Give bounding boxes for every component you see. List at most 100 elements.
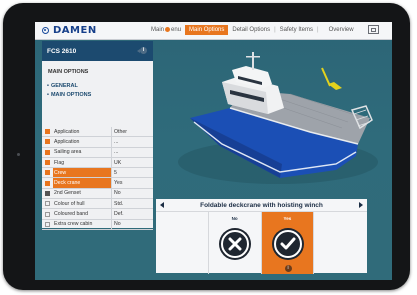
deck-crane <box>328 82 342 90</box>
checkbox-icon[interactable] <box>45 211 50 217</box>
option-choice-label: Yes <box>283 216 292 221</box>
checkbox-icon[interactable] <box>45 190 50 196</box>
fullscreen-icon <box>371 27 376 32</box>
option-value: No <box>111 188 153 199</box>
option-row[interactable]: Application... <box>42 137 153 148</box>
option-value: Other <box>111 127 153 137</box>
option-info-icon[interactable]: i <box>284 265 292 272</box>
info-icon[interactable]: i <box>140 47 147 54</box>
option-choice-label: No <box>231 216 238 221</box>
option-selector-panel: Foldable deckcrane with hoisting winch N… <box>156 199 367 274</box>
option-value: 5 <box>111 168 153 178</box>
option-label: Application <box>54 128 80 135</box>
option-value: Def. <box>111 209 153 219</box>
option-row[interactable]: 2nd Genset No <box>42 188 153 200</box>
option-row[interactable]: Coloured band Def. <box>42 209 153 220</box>
checkbox-cell <box>42 168 53 177</box>
previous-arrow-icon[interactable] <box>160 202 164 208</box>
yes-circle <box>271 228 304 260</box>
checkbox-cell <box>42 127 53 136</box>
option-label: Colour of hull <box>54 200 85 207</box>
crane-arm <box>321 67 331 87</box>
cross-icon <box>228 237 242 251</box>
checkbox-cell <box>42 137 53 146</box>
link-main-options-label: MAIN OPTIONS <box>50 92 92 98</box>
checkbox-icon[interactable] <box>45 170 50 176</box>
option-choice-no[interactable]: No <box>209 212 262 274</box>
checkbox-icon[interactable] <box>45 149 50 155</box>
option-value: ... <box>111 137 153 147</box>
checkbox-icon[interactable] <box>45 139 50 145</box>
option-row[interactable]: Sailing area... <box>42 147 153 158</box>
app-screen: DAMEN Main enu Main Options Detail Option… <box>35 22 392 280</box>
option-choice-yes[interactable]: Yes i <box>261 212 315 274</box>
link-main-options[interactable]: • MAIN OPTIONS <box>42 91 153 100</box>
option-label: Crew <box>53 168 111 178</box>
option-value: No <box>111 219 153 229</box>
checkbox-cell <box>42 199 53 208</box>
checkbox-cell <box>42 148 53 157</box>
nav-separator: | <box>317 27 319 34</box>
checkbox-icon[interactable] <box>45 180 50 186</box>
logo-text: DAMEN <box>53 25 97 36</box>
nav-main-menu-label: Main <box>151 27 165 34</box>
options-sidepanel: FCS 2610 i MAIN OPTIONS • GENERAL • MAIN O… <box>42 41 153 230</box>
checkbox-icon[interactable] <box>45 201 50 207</box>
option-row[interactable]: Application Other <box>42 127 153 138</box>
options-table: Application Other Application... Sailing … <box>42 127 153 230</box>
option-selector-header: Foldable deckcrane with hoisting winch <box>156 199 367 212</box>
logo[interactable]: DAMEN <box>42 25 97 36</box>
nav-main-options[interactable]: Main Options <box>185 25 229 36</box>
vessel-header: FCS 2610 i <box>42 41 153 61</box>
checkbox-cell <box>42 189 53 198</box>
tablet-frame: DAMEN Main enu Main Options Detail Option… <box>3 3 410 290</box>
damen-logo-icon <box>42 27 49 34</box>
option-value: UK <box>111 157 153 168</box>
checkbox-cell <box>42 178 53 187</box>
option-row[interactable]: Extra crew cabin No <box>42 219 153 230</box>
option-value: ... <box>111 147 153 157</box>
option-label: 2nd Genset <box>54 190 81 197</box>
nav-main-menu[interactable]: Main enu <box>147 25 185 35</box>
option-label: Sailing area <box>54 149 82 156</box>
checkbox-icon[interactable] <box>45 221 50 227</box>
checkbox-icon[interactable] <box>45 160 50 166</box>
link-general[interactable]: • GENERAL <box>42 82 153 91</box>
section-title: MAIN OPTIONS <box>48 69 89 75</box>
option-label: Deck crane <box>53 178 111 188</box>
checkbox-cell <box>42 158 53 167</box>
notification-dot-icon <box>165 27 171 32</box>
option-value: Yes <box>111 178 153 188</box>
option-title: Foldable deckcrane with hoisting winch <box>200 201 323 209</box>
bullet-icon: • <box>47 92 49 98</box>
option-choice-empty <box>314 212 367 274</box>
mast <box>252 52 254 70</box>
option-row[interactable]: Flag UK <box>42 157 153 169</box>
top-bar: DAMEN Main enu Main Options Detail Option… <box>35 22 392 40</box>
option-choices: No Yes i <box>156 212 367 274</box>
option-row[interactable]: Colour of hull Std. <box>42 199 153 210</box>
main-nav: Main enu Main Options Detail Options | Sa… <box>147 25 358 36</box>
link-general-label: GENERAL <box>50 83 78 89</box>
nav-safety-items[interactable]: Safety Items <box>276 25 317 35</box>
vessel-title: FCS 2610 <box>47 47 77 55</box>
nav-main-menu-label-tail: enu <box>171 27 182 34</box>
mast-arm <box>246 56 260 58</box>
next-arrow-icon[interactable] <box>358 202 363 208</box>
camera-dot <box>17 153 20 156</box>
nav-overview[interactable]: Overview <box>325 25 358 35</box>
yes-circle-inner <box>273 230 302 258</box>
option-row[interactable]: Deck crane Yes <box>42 178 153 189</box>
option-label: Extra crew cabin <box>54 221 93 228</box>
option-row[interactable]: Crew 5 <box>42 168 153 179</box>
nav-detail-options[interactable]: Detail Options <box>228 25 274 35</box>
vessel-3d-render[interactable] <box>160 44 388 194</box>
no-circle-inner <box>220 230 249 258</box>
option-label: Coloured band <box>54 211 89 218</box>
option-label: Application <box>54 138 80 145</box>
no-circle <box>218 228 251 260</box>
fullscreen-button[interactable] <box>368 25 379 34</box>
checkbox-icon[interactable] <box>45 129 50 135</box>
checkbox-cell <box>42 220 53 229</box>
option-value: Std. <box>111 199 153 209</box>
